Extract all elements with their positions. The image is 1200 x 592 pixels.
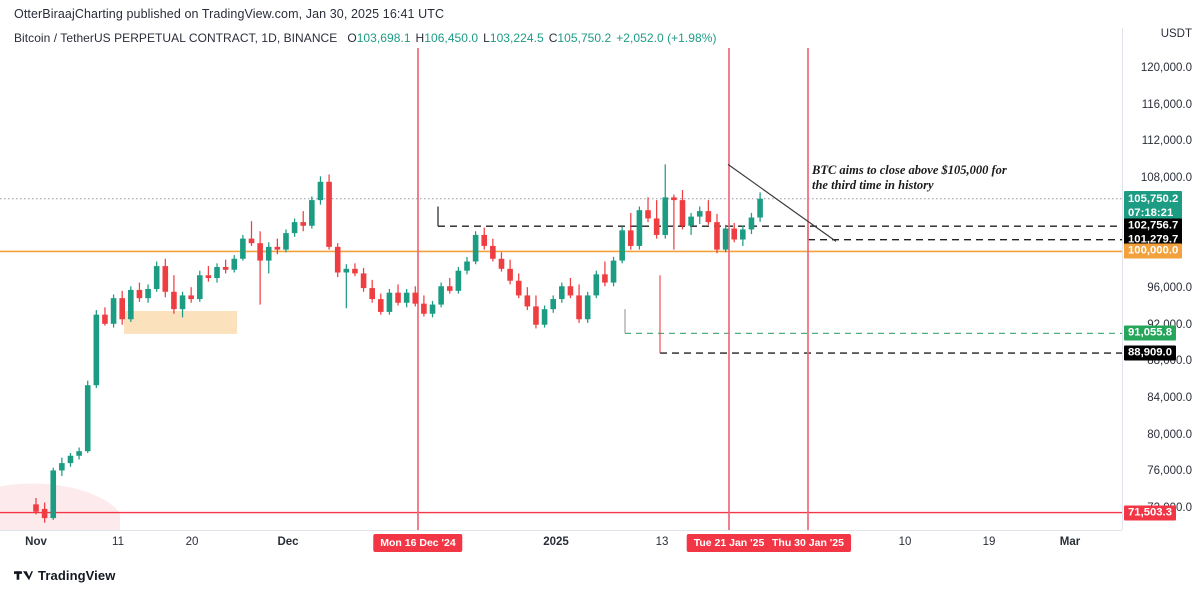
tradingview-mark-icon [14, 571, 33, 581]
price-scale[interactable]: USDT 120,000.0 116,000.0 112,000.0 108,000.… [1122, 28, 1200, 538]
time-tick: 10 [898, 536, 912, 548]
time-tick: Mar [1059, 536, 1081, 548]
time-tick: 2025 [543, 536, 569, 548]
tradingview-brand-label: TradingView [38, 568, 116, 583]
price-label-value: 88,909.0 [1128, 346, 1172, 359]
open-value: 103,698.1 [356, 31, 411, 45]
time-event-chip[interactable]: Thu 30 Jan '25 [765, 534, 851, 552]
high-value: 106,450.0 [424, 31, 479, 45]
symbol-name: Bitcoin / TetherUS PERPETUAL CONTRACT [14, 31, 255, 45]
price-tick: 80,000.0 [1147, 428, 1192, 441]
publisher-line: OtterBiraajCharting published on Trading… [14, 7, 445, 21]
time-tick: 19 [982, 536, 996, 548]
time-event-chip[interactable]: Tue 21 Jan '25 [686, 534, 772, 552]
price-tick: 116,000.0 [1141, 98, 1192, 111]
price-tick: 96,000.0 [1147, 282, 1192, 295]
price-tick: 112,000.0 [1141, 135, 1192, 148]
time-tick: Nov [25, 536, 47, 548]
open-key: O [347, 31, 357, 45]
time-tick: Dec [277, 536, 299, 548]
high-key: H [415, 31, 425, 45]
symbol-info-line: Bitcoin / TetherUS PERPETUAL CONTRACT, 1… [14, 31, 717, 45]
price-tick: 84,000.0 [1147, 392, 1192, 405]
price-label-value: 91,055.8 [1128, 326, 1172, 339]
exchange-label: BINANCE [283, 31, 338, 45]
price-label-value: 105,750.2 [1128, 192, 1179, 205]
change-value: +2,052.0 (+1.98%) [616, 31, 717, 45]
price-label-countdown: 07:18:21 [1128, 206, 1174, 219]
price-scale-unit: USDT [1160, 28, 1192, 40]
tradingview-logo: TradingView [14, 568, 115, 583]
price-tick: 120,000.0 [1140, 62, 1192, 75]
low-key: L [483, 31, 490, 45]
price-scale-label[interactable]: 100,000.0 [1124, 243, 1183, 259]
price-scale-label[interactable]: 71,503.3 [1124, 505, 1176, 521]
price-tick: 76,000.0 [1147, 465, 1192, 478]
price-scale-label[interactable]: 88,909.0 [1124, 345, 1176, 361]
candlestick-chart [0, 48, 1122, 530]
price-label-value: 102,756.7 [1128, 219, 1179, 232]
interval-label: 1D [261, 31, 277, 45]
chart-plot-area[interactable] [0, 48, 1122, 530]
price-label-value: 71,503.3 [1128, 506, 1172, 519]
price-label-value: 100,000.0 [1128, 244, 1179, 257]
time-tick: 11 [112, 536, 124, 548]
price-scale-label[interactable]: 105,750.2 07:18:21 [1124, 190, 1183, 221]
chart-annotation-text: BTC aims to close above $105,000 for the… [812, 163, 1007, 192]
price-tick: 108,000.0 [1140, 172, 1192, 185]
time-tick: 13 [655, 536, 669, 548]
close-value: 105,750.2 [557, 31, 612, 45]
time-scale[interactable]: Nov 11 20 Dec 2025 13 10 19 Mar Mon 16 Dec '24 Tue… [0, 530, 1122, 560]
time-event-chip[interactable]: Mon 16 Dec '24 [373, 534, 463, 552]
time-tick: 20 [185, 536, 199, 548]
low-value: 103,224.5 [489, 31, 544, 45]
price-scale-label[interactable]: 91,055.8 [1124, 325, 1176, 341]
